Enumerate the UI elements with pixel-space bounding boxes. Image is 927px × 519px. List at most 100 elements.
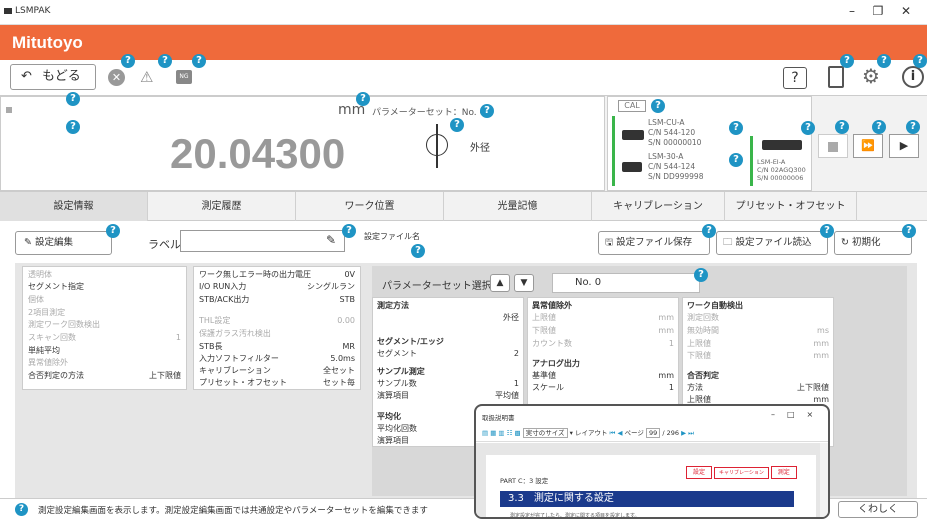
help-icon[interactable]: ? [66,120,80,134]
layout-label[interactable]: レイアウト [575,429,608,437]
file-name-label: 設定ファイル名 [364,232,420,241]
help-icon[interactable]: ? [729,121,743,135]
device-cn: C/N 544-124 [648,162,696,171]
param-up-button[interactable]: ▲ [490,274,510,292]
help-icon[interactable]: ? [702,224,716,238]
help-icon[interactable]: ? [651,99,665,113]
measure-method-label: 測定方法 [377,301,409,310]
help-icon[interactable]: ? [877,54,891,68]
calc-item-value: 平均値 [495,391,519,400]
help-icon[interactable]: ? [902,224,916,238]
help-icon[interactable]: ? [913,54,927,68]
setting-simple-average: 単純平均 [28,346,60,355]
setting-no-work-voltage: ワーク無しエラー時の出力電圧 [199,270,311,279]
single-run-button[interactable]: ▶ [889,134,919,158]
document-icon[interactable] [828,66,844,88]
mid-settings-list: ワーク無しエラー時の出力電圧 0V I/O RUN入力 シングルラン STB/A… [193,266,361,390]
manual-popup: 取扱説明書 –□× ▤ ▦ ▥ ☷ ▩ 実寸のサイズ ▾ レイアウト ⏮ ◀ ペ… [474,404,830,519]
device-2: LSM-30-A C/N 544-124 S/N DD999998 [648,152,703,182]
setting-value: 5.0ms [330,354,355,363]
help-icon[interactable]: ? [820,224,834,238]
help-icon[interactable]: ? [411,244,425,258]
segment-label: セグメント [377,349,417,358]
load-file-button[interactable]: 🗀 設定ファイル読込 [716,231,828,255]
more-details-button[interactable]: くわしく [838,501,918,518]
page-input[interactable]: 99 [646,428,661,438]
tab-light-memory[interactable]: 光量記憶 [444,192,592,221]
device-1: LSM-CU-A C/N 544-120 S/N 00000010 [648,118,701,148]
help-icon[interactable]: ? [801,121,815,135]
setting-transparent: 透明体 [28,270,52,279]
unit: mm [658,326,674,335]
auto-detect-header: ワーク自動検出 [687,301,743,310]
popup-tool-icons[interactable]: ▤ ▦ ▥ ☷ ▩ [482,429,521,437]
setting-preset-offset: プリセット・オフセット [199,378,287,387]
device-image [762,140,802,150]
tab-work-position[interactable]: ワーク位置 [296,192,444,221]
device-sn: S/N 00000006 [757,174,804,182]
init-label: 初期化 [851,237,881,248]
help-icon[interactable]: ? [840,54,854,68]
init-button[interactable]: ↻ 初期化 [834,231,912,255]
help-button[interactable]: ? [783,67,807,89]
sample-count-value: 1 [513,379,519,388]
param-no-field[interactable]: No. 0 [552,273,700,293]
help-icon[interactable]: ? [729,153,743,167]
edit-settings-button[interactable]: ✎ 設定編集 [15,231,112,255]
help-icon[interactable]: ? [158,54,172,68]
sample-count-label: サンプル数 [377,379,417,388]
setting-value: MR [342,342,355,351]
measure-count-label: 測定回数 [687,313,719,322]
manual-body: 測定設定が完了したら、測定に関する項目を設定します。 [510,513,640,519]
tab-preset-offset[interactable]: プリセット・オフセット [725,192,857,221]
brand-bar: Mitutoyo [0,25,927,60]
restore-button[interactable]: ❐ [868,4,888,18]
folder-icon: 🗀 [723,237,736,248]
help-icon[interactable]: ? [121,54,135,68]
help-icon[interactable]: ? [356,92,370,106]
gear-icon[interactable]: ⚙ [862,64,880,88]
setting-thl: THL設定 [199,316,231,325]
help-icon[interactable]: ? [450,118,464,132]
popup-title: 取扱説明書 [482,414,515,422]
zoom-select[interactable]: 実寸のサイズ [522,428,568,438]
next-page-icon[interactable]: ▶ ⏭ [681,429,694,437]
heading-number: 3.3 [508,493,524,504]
back-button[interactable]: ↶ もどる [10,64,96,90]
continuous-run-button[interactable]: ⏩ [853,134,883,158]
ng-icon[interactable]: NG [176,70,192,84]
help-icon[interactable]: ? [192,54,206,68]
save-file-button[interactable]: 🖫 設定ファイル保存 [598,231,710,255]
load-label: 設定ファイル読込 [735,237,812,248]
tab-settings-info[interactable]: 設定情報 [0,192,148,221]
minimize-button[interactable]: – [842,4,862,18]
param-down-button[interactable]: ▼ [514,274,534,292]
popup-window-controls[interactable]: –□× [771,410,825,419]
warning-icon[interactable]: ⚠ [140,68,153,86]
help-icon[interactable]: ? [872,120,886,134]
device-3: LSM-EI-A C/N 02AGQ300 S/N 00000006 [757,158,806,182]
judge-method-value: 上下限値 [797,383,829,392]
help-icon[interactable]: ? [106,224,120,238]
close-button[interactable]: ✕ [896,4,916,18]
judge-header: 合否判定 [687,371,719,380]
error-icon[interactable]: ✕ [108,69,125,86]
tab-calibration[interactable]: キャリブレーション [592,192,725,221]
prev-page-icon[interactable]: ⏮ ◀ [610,429,623,437]
setting-io-run: I/O RUN入力 [199,282,247,291]
tab-measure-history[interactable]: 測定履歴 [148,192,296,221]
average-calc-label: 演算項目 [377,436,409,445]
help-icon[interactable]: ? [694,268,708,282]
setting-stb-length: STB長 [199,342,223,351]
help-icon[interactable]: ? [835,120,849,134]
help-icon[interactable]: ? [66,92,80,106]
help-icon[interactable]: ? [906,120,920,134]
popup-viewport: PART C：3 設定 設定 キャリブレーション 測定 3.3 測定に関する設定… [476,443,820,519]
info-icon[interactable]: i [902,66,924,88]
help-icon[interactable]: ? [480,104,494,118]
diameter-line [436,124,438,168]
stop-button[interactable] [818,134,848,158]
help-icon[interactable]: ? [342,224,356,238]
label-input[interactable]: ✎ [180,230,345,252]
popup-scrollbar[interactable] [820,443,828,517]
